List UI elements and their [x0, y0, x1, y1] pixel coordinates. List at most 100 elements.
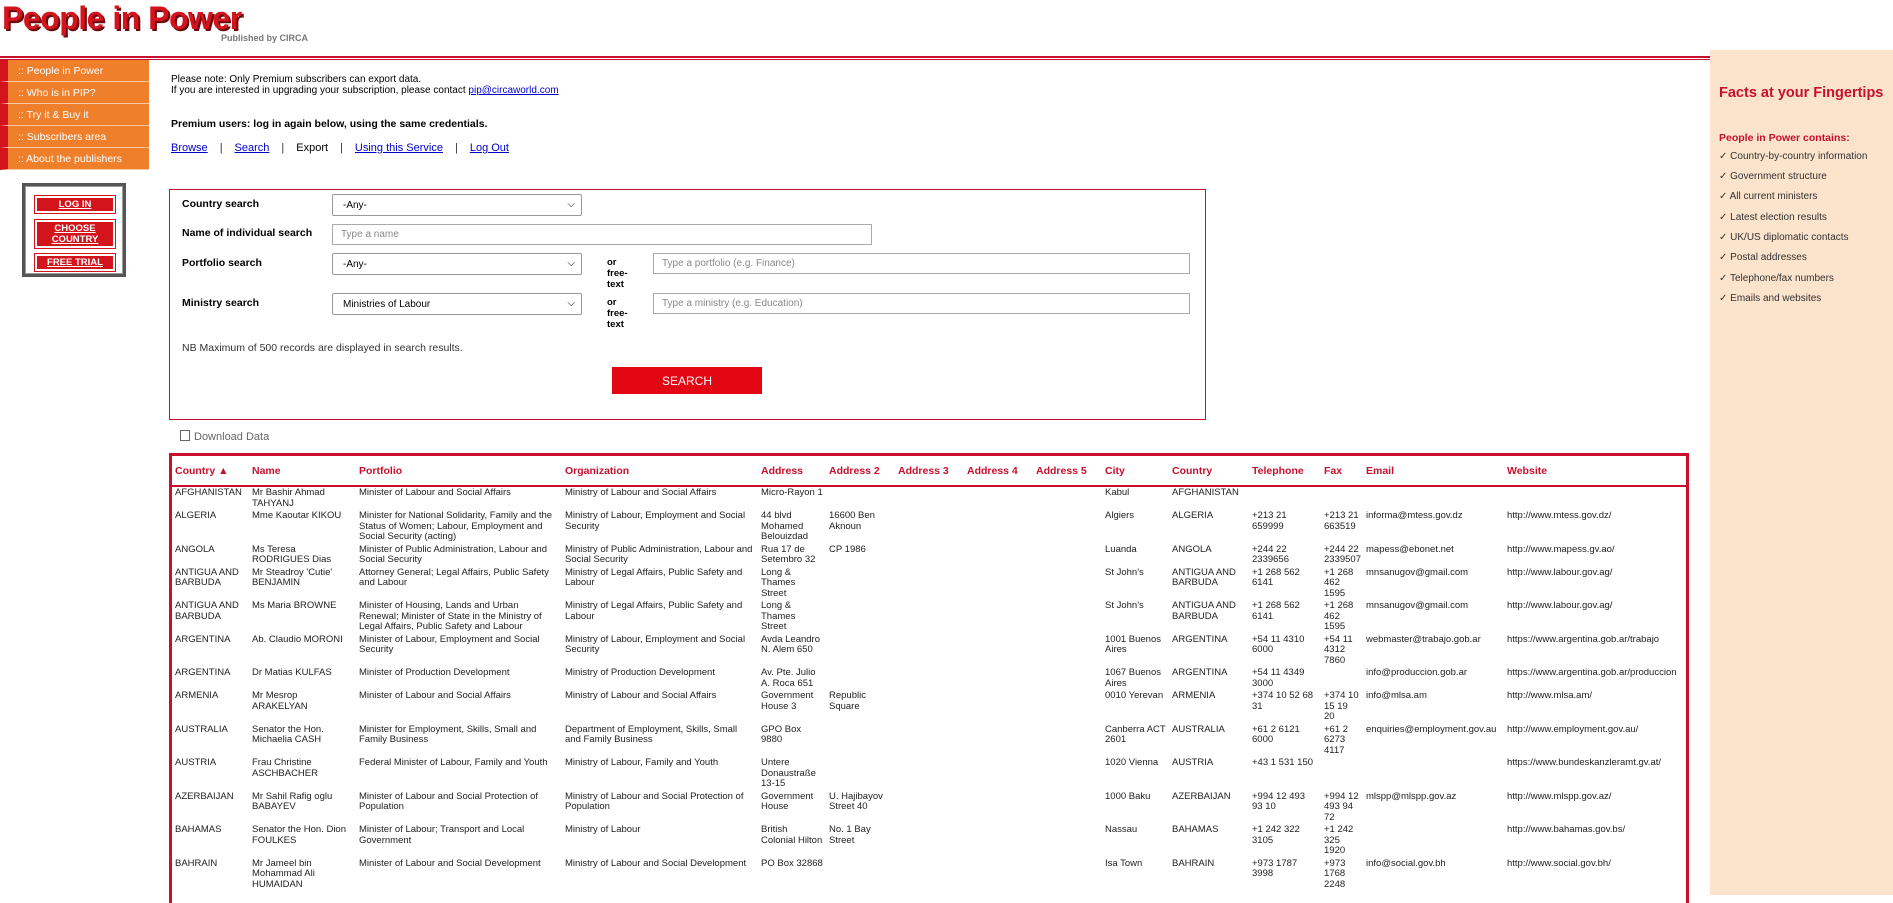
logo-subtitle: Published by CIRCA [221, 33, 309, 43]
cell-address-5 [1033, 667, 1102, 690]
portfolio-free-text-input[interactable]: Type a portfolio (e.g. Finance) [653, 253, 1190, 274]
cell-name: Dr Matias KULFAS [252, 667, 332, 678]
column-header-city[interactable]: City [1102, 456, 1169, 487]
column-header-portfolio[interactable]: Portfolio [356, 456, 562, 487]
cell-organization: Ministry of Labour, Employment and Socia… [565, 633, 746, 655]
table-row: BAHAMAS Senator the Hon. Dion FOULKES Mini… [172, 824, 1686, 858]
cell-address-5 [1033, 791, 1102, 825]
column-header-website[interactable]: Website [1504, 456, 1686, 487]
cell-fax: +994 12 493 94 72 [1324, 790, 1359, 823]
cell-email: info@mlsa.am [1366, 690, 1427, 701]
cell-address-4 [964, 667, 1033, 690]
cell-portfolio: Federal Minister of Labour, Family and Y… [359, 757, 548, 768]
country-select[interactable]: -Any- ⌵ [332, 194, 582, 216]
cell-address-4 [964, 510, 1033, 544]
name-input[interactable]: Type a name [332, 224, 872, 245]
column-header-telephone[interactable]: Telephone [1249, 456, 1321, 487]
cell-city: Isa Town [1105, 857, 1143, 869]
cell-address: 44 blvd Mohamed Belouizdad [761, 510, 809, 542]
cell-portfolio: Minister of Labour and Social Developmen… [359, 857, 541, 869]
tab-logout[interactable]: Log Out [470, 142, 509, 154]
column-header-address-5[interactable]: Address 5 [1033, 456, 1102, 487]
logo-title[interactable]: People in Power [2, 0, 242, 37]
choose-country-button[interactable]: CHOOSE COUNTRY [34, 219, 116, 249]
cell-country-2: ANTIGUA AND BARBUDA [1172, 600, 1236, 622]
cell-fax [1321, 486, 1363, 510]
column-header-address-3[interactable]: Address 3 [895, 456, 964, 487]
cell-portfolio: Minister of Production Development [359, 667, 510, 678]
download-data-link[interactable]: Download Data [180, 430, 269, 443]
ministry-select[interactable]: Ministries of Labour ⌵ [332, 293, 582, 315]
portfolio-select[interactable]: -Any- ⌵ [332, 253, 582, 275]
ministry-free-text-input[interactable]: Type a ministry (e.g. Education) [653, 293, 1190, 314]
nav-item-people-in-power[interactable]: :: People in Power [0, 60, 149, 82]
cell-portfolio: Minister of Labour; Transport and Local … [359, 824, 525, 846]
cell-city: Kabul [1105, 487, 1130, 498]
notice-line-premium: Please note: Only Premium subscribers ca… [171, 74, 422, 85]
table-row: ANTIGUA AND BARBUDA Mr Steadroy 'Cutie' B… [172, 566, 1686, 601]
cell-address-5 [1033, 510, 1102, 544]
column-header-address-2[interactable]: Address 2 [826, 456, 895, 487]
cell-address-3 [895, 690, 964, 724]
table-row: AZERBAIJAN Mr Sahil Rafig oglu BABAYEV Min… [172, 790, 1686, 825]
header: People in Power Published by CIRCA [0, 0, 1893, 60]
nav-item-subscribers-area[interactable]: :: Subscribers area [0, 126, 149, 148]
cell-name: Ms Maria BROWNE [252, 600, 337, 611]
nav-item-try-buy[interactable]: :: Try it & Buy it [0, 104, 149, 126]
login-button[interactable]: LOG IN [34, 195, 116, 214]
column-header-email[interactable]: Email [1363, 456, 1504, 487]
cell-telephone: +43 1 531 150 [1252, 757, 1314, 768]
tab-browse[interactable]: Browse [171, 142, 208, 154]
max-records-note: NB Maximum of 500 records are displayed … [182, 342, 463, 354]
free-trial-button[interactable]: FREE TRIAL [34, 253, 116, 272]
cell-address-3 [895, 757, 964, 791]
nav-item-who-is-in-pip[interactable]: :: Who is in PIP? [0, 82, 149, 104]
column-header-organization[interactable]: Organization [562, 456, 758, 487]
tab-using-service[interactable]: Using this Service [355, 142, 443, 154]
cell-address: Rua 17 de Setembro 32 [761, 543, 816, 565]
cell-country-2: ALGERIA [1172, 510, 1214, 521]
cell-fax: +374 10 15 19 20 [1324, 690, 1359, 722]
cell-country: AZERBAIJAN [175, 790, 234, 802]
fact-item: ✓ Latest election results [1719, 212, 1827, 223]
cell-email: mapess@ebonet.net [1366, 543, 1454, 555]
cell-country: ARGENTINA [175, 667, 231, 678]
contact-email-link[interactable]: pip@circaworld.com [468, 85, 558, 96]
column-header-address[interactable]: Address [758, 456, 826, 487]
cell-organization: Ministry of Labour and Social Developmen… [565, 857, 747, 869]
column-header-name[interactable]: Name [249, 456, 356, 487]
cell-address-5 [1033, 486, 1102, 510]
cell-country-2: ARGENTINA [1172, 633, 1228, 645]
cell-organization: Ministry of Labour and Social Protection… [565, 790, 744, 812]
cell-website: https://www.bundeskanzleramt.gv.at/ [1507, 757, 1662, 768]
cell-email: informa@mtess.gov.dz [1366, 510, 1463, 521]
cell-address-5 [1033, 757, 1102, 791]
cell-website: http://www.mlspp.gov.az/ [1507, 790, 1612, 802]
cell-website: http://www.labour.gov.ag/ [1507, 600, 1613, 611]
cell-email [1363, 824, 1504, 858]
cell-address-3 [895, 667, 964, 690]
cell-fax: +61 2 6273 4117 [1324, 723, 1349, 756]
ministry-search-label: Ministry search [182, 297, 260, 309]
nav-item-about-publishers[interactable]: :: About the publishers [0, 148, 149, 170]
column-header-fax[interactable]: Fax [1321, 456, 1363, 487]
column-header-country[interactable]: Country ▲ [172, 456, 249, 487]
cell-email: mnsanugov@gmail.com [1366, 566, 1469, 578]
fact-item: ✓ Country-by-country information [1719, 151, 1868, 162]
cell-country: ARGENTINA [175, 633, 231, 645]
tab-separator: | [281, 142, 285, 154]
search-button[interactable]: SEARCH [612, 367, 762, 394]
column-header-country-2[interactable]: Country [1169, 456, 1249, 487]
cell-telephone: +54 11 4310 6000 [1252, 633, 1305, 655]
column-header-address-4[interactable]: Address 4 [964, 456, 1033, 487]
cell-city: St John's [1105, 600, 1144, 611]
cell-city: Canberra ACT 2601 [1105, 723, 1166, 745]
cell-name: Frau Christine ASCHBACHER [252, 757, 318, 779]
tab-search[interactable]: Search [235, 142, 270, 154]
cell-portfolio: Minister for National Solidarity, Family… [359, 510, 553, 542]
cell-address-3 [895, 544, 964, 567]
cell-address-5 [1033, 544, 1102, 567]
cell-fax: +54 11 4312 7860 [1324, 633, 1353, 666]
facts-subtitle: People in Power contains: [1719, 132, 1850, 144]
cell-website: http://www.mapess.gv.ao/ [1507, 543, 1615, 555]
